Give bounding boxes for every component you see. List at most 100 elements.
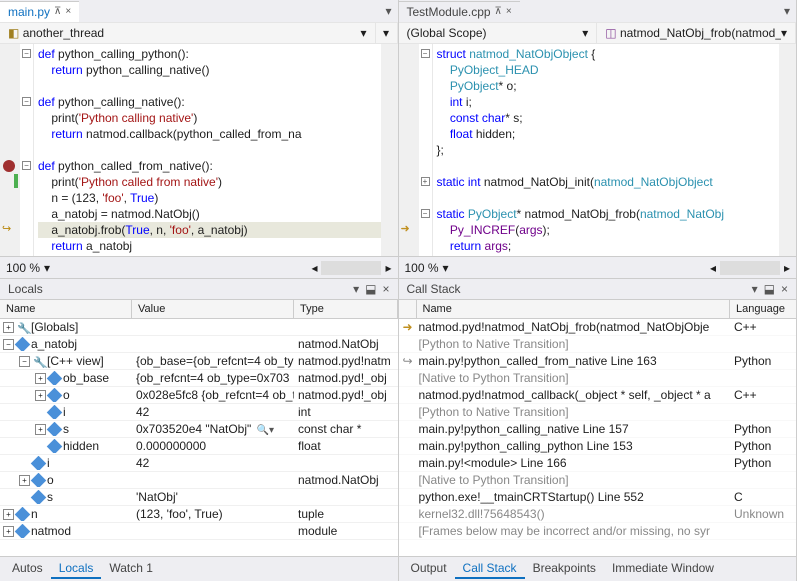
fold-toggle[interactable]: − [421, 49, 430, 58]
callstack-row[interactable]: [Frames below may be incorrect and/or mi… [399, 523, 797, 540]
footer-tab[interactable]: Watch 1 [101, 559, 161, 579]
code-line[interactable]: static PyObject* natmod_NatObj_frob(natm… [437, 206, 780, 222]
code-line[interactable]: PyObject* o; [437, 78, 780, 94]
code-line[interactable]: float hidden; [437, 126, 780, 142]
scope-nav-icon[interactable]: ▾ [376, 23, 398, 43]
footer-tab[interactable]: Locals [51, 559, 102, 579]
callstack-row[interactable]: ➜natmod.pyd!natmod_NatObj_frob(natmod_Na… [399, 319, 797, 336]
expand-toggle[interactable]: + [35, 424, 46, 435]
callstack-row[interactable]: main.py!python_calling_native Line 157Py… [399, 421, 797, 438]
code-line[interactable] [38, 142, 381, 158]
callstack-row[interactable]: [Python to Native Transition] [399, 404, 797, 421]
callstack-row[interactable]: ↪main.py!python_called_from_native Line … [399, 353, 797, 370]
pin-icon[interactable]: ⬓ [365, 282, 376, 296]
expand-toggle[interactable]: + [35, 390, 46, 401]
expand-toggle[interactable]: + [19, 475, 30, 486]
scrollbar-vertical[interactable] [381, 44, 398, 256]
dropdown-icon[interactable]: ▾ [752, 282, 758, 296]
callstack-row[interactable]: main.py!<module> Line 166Python [399, 455, 797, 472]
scope-dropdown-left[interactable]: (Global Scope) ▾ [399, 23, 598, 43]
callstack-row[interactable]: kernel32.dll!75648543()Unknown [399, 506, 797, 523]
code-line[interactable]: def python_calling_native(): [38, 94, 381, 110]
code-line[interactable]: struct natmod_NatObjObject { [437, 46, 780, 62]
callstack-row[interactable]: python.exe!__tmainCRTStartup() Line 552C [399, 489, 797, 506]
expand-toggle[interactable]: + [3, 526, 14, 537]
scope-dropdown[interactable]: ◧ another_thread ▾ [0, 23, 376, 43]
col-type[interactable]: Type [294, 300, 398, 318]
code-line[interactable]: return python_calling_native() [38, 62, 381, 78]
scrollbar-vertical[interactable] [779, 44, 796, 256]
callstack-row[interactable]: natmod.pyd!natmod_callback(_object * sel… [399, 387, 797, 404]
locals-row[interactable]: +onatmod.NatObj [0, 472, 398, 489]
close-icon[interactable]: × [65, 6, 71, 17]
locals-row[interactable]: +natmodmodule [0, 523, 398, 540]
code-line[interactable] [38, 254, 381, 256]
expand-toggle[interactable]: + [3, 509, 14, 520]
callstack-row[interactable]: main.py!python_calling_python Line 153Py… [399, 438, 797, 455]
scope-dropdown-right[interactable]: ◫ natmod_NatObj_frob(natmod_ ▾ [597, 23, 796, 43]
code-line[interactable] [437, 158, 780, 174]
footer-tab[interactable]: Output [403, 559, 455, 579]
code-line[interactable]: n = (123, 'foo', True) [38, 190, 381, 206]
expand-toggle[interactable]: − [19, 356, 30, 367]
code-line[interactable]: const char* s; [437, 110, 780, 126]
locals-row[interactable]: −🔧[C++ view]{ob_base={ob_refcnt=4 ob_tyn… [0, 353, 398, 370]
expand-toggle[interactable]: + [35, 373, 46, 384]
visualizer-icon[interactable]: 🔍▾ [257, 425, 274, 436]
col-language[interactable]: Language [730, 300, 796, 318]
locals-row[interactable]: i42 [0, 455, 398, 472]
locals-row[interactable]: +ob_base{ob_refcnt=4 ob_type=0x703natmod… [0, 370, 398, 387]
tab-overflow-icon[interactable]: ▾ [778, 4, 796, 18]
code-line[interactable]: return natmod.callback(python_called_fro… [38, 126, 381, 142]
pin-icon[interactable]: ⊼ [54, 6, 61, 17]
callstack-row[interactable]: [Native to Python Transition] [399, 472, 797, 489]
fold-toggle[interactable]: − [22, 49, 31, 58]
col-value[interactable]: Value [132, 300, 294, 318]
expand-toggle[interactable]: − [3, 339, 14, 350]
code-line[interactable]: def python_calling_python(): [38, 46, 381, 62]
close-icon[interactable]: × [506, 6, 512, 17]
callstack-row[interactable]: [Native to Python Transition] [399, 370, 797, 387]
footer-tab[interactable]: Immediate Window [604, 559, 722, 579]
col-name[interactable]: Name [417, 300, 731, 318]
locals-row[interactable]: hidden0.000000000float [0, 438, 398, 455]
locals-row[interactable]: i42int [0, 404, 398, 421]
locals-row[interactable]: −a_natobjnatmod.NatObj [0, 336, 398, 353]
pin-icon[interactable]: ⊼ [495, 6, 502, 17]
code-line[interactable]: } [437, 254, 780, 256]
footer-tab[interactable]: Breakpoints [525, 559, 604, 579]
code-line[interactable] [437, 190, 780, 206]
file-tab-testmodule[interactable]: TestModule.cpp ⊼ × [399, 1, 520, 22]
breakpoint-icon[interactable] [3, 160, 15, 172]
tab-overflow-icon[interactable]: ▾ [379, 4, 397, 18]
pin-icon[interactable]: ⬓ [764, 282, 775, 296]
code-line[interactable] [38, 78, 381, 94]
code-line[interactable]: PyObject_HEAD [437, 62, 780, 78]
code-line[interactable]: print('Python called from native') [38, 174, 381, 190]
code-line[interactable]: Py_INCREF(args); [437, 222, 780, 238]
code-line[interactable]: }; [437, 142, 780, 158]
col-name[interactable]: Name [0, 300, 132, 318]
expand-toggle[interactable]: + [3, 322, 14, 333]
fold-toggle[interactable]: − [22, 161, 31, 170]
locals-row[interactable]: +n(123, 'foo', True)tuple [0, 506, 398, 523]
fold-toggle[interactable]: + [421, 177, 430, 186]
code-area-right[interactable]: ➜ −+− struct natmod_NatObjObject { PyObj… [399, 44, 797, 256]
code-line[interactable]: def python_called_from_native(): [38, 158, 381, 174]
code-line[interactable]: int i; [437, 94, 780, 110]
code-line[interactable]: return args; [437, 238, 780, 254]
locals-row[interactable]: +o0x028e5fc8 {ob_refcnt=4 ob_tnatmod.pyd… [0, 387, 398, 404]
footer-tab[interactable]: Autos [4, 559, 51, 579]
locals-row[interactable]: +s0x703520e4 "NatObj" 🔍▾const char * [0, 421, 398, 438]
locals-row[interactable]: s'NatObj' [0, 489, 398, 506]
file-tab-main-py[interactable]: main.py ⊼ × [0, 1, 79, 22]
code-line[interactable]: return a_natobj [38, 238, 381, 254]
h-scrollbar[interactable] [321, 261, 381, 275]
code-line[interactable]: print('Python calling native') [38, 110, 381, 126]
h-scrollbar[interactable] [720, 261, 780, 275]
code-line[interactable]: a_natobj.frob(True, n, 'foo', a_natobj) [38, 222, 381, 238]
code-area-left[interactable]: ↪ −−− def python_calling_python(): retur… [0, 44, 398, 256]
code-line[interactable]: static int natmod_NatObj_init(natmod_Nat… [437, 174, 780, 190]
fold-toggle[interactable]: − [421, 209, 430, 218]
locals-row[interactable]: +🔧[Globals] [0, 319, 398, 336]
